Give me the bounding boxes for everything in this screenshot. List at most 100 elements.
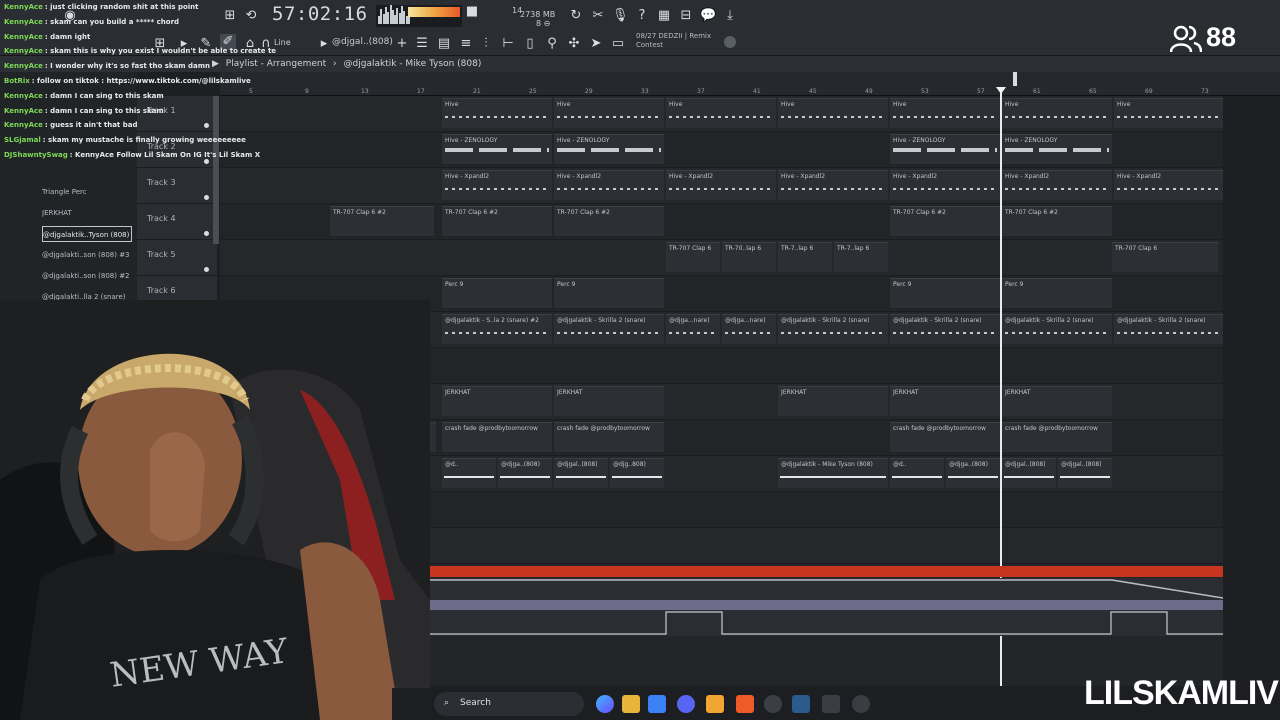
pattern-clip[interactable]: @djgalaktik - Skrilla 2 (snare) (1002, 314, 1112, 344)
brave-icon[interactable] (736, 695, 754, 713)
download-icon[interactable]: ⤓ (722, 8, 738, 24)
tools-icon[interactable]: ➤ (588, 36, 604, 52)
file-explorer-icon[interactable] (622, 695, 640, 713)
pattern-clip[interactable]: Hive (554, 98, 664, 128)
pattern-clip[interactable]: TR-707 Clap 6 #2 (330, 206, 434, 236)
pattern-clip[interactable]: Hive - Xpandl2 (1002, 170, 1112, 200)
pattern-clip[interactable]: Hive (1002, 98, 1112, 128)
pattern-clip[interactable]: Hive - Xpandl2 (890, 170, 1000, 200)
channel-rack-icon[interactable]: ▤ (436, 36, 452, 52)
pattern-clip[interactable]: @djga..(808) (946, 458, 1000, 488)
pattern-clip[interactable]: Hive (778, 98, 888, 128)
mixer-faders-icon[interactable]: ⫶ (478, 36, 494, 52)
pattern-clip[interactable]: TR-70..lap 6 (722, 242, 776, 272)
track-header-4[interactable]: Track 4 (137, 204, 217, 240)
browser-item[interactable]: @djgalakti..son (808) #3 (42, 247, 132, 263)
playhead-marker-icon[interactable] (996, 87, 1006, 94)
automation-clip-purple[interactable] (392, 600, 1223, 610)
store-icon[interactable] (648, 695, 666, 713)
pattern-clip[interactable]: crash fade @prodbytoomorrow (890, 422, 1000, 452)
pattern-clip[interactable]: @djgal..(808) (554, 458, 608, 488)
pattern-clip[interactable]: @djg..808) (610, 458, 664, 488)
automation-clip-slope[interactable] (392, 578, 1223, 600)
pattern-mode-icon[interactable]: ■ (464, 4, 480, 20)
routing-icon[interactable]: ⊢ (500, 36, 516, 52)
pattern-clip[interactable]: Hive - Xpandl2 (554, 170, 664, 200)
list-icon[interactable]: ≡ (458, 36, 474, 52)
pattern-clip[interactable]: JERKHAT (1002, 386, 1112, 416)
pattern-clip[interactable]: @d.. (442, 458, 496, 488)
snap-mode[interactable]: Line (274, 38, 291, 47)
pattern-clip[interactable]: JERKHAT (890, 386, 1000, 416)
browser-item[interactable]: @djgalaktik..Tyson (808) (42, 226, 132, 242)
browser-item[interactable]: Triangle Perc (42, 184, 132, 200)
pattern-clip[interactable]: JERKHAT (778, 386, 888, 416)
pattern-clip[interactable]: @djga...nare) (722, 314, 776, 344)
pattern-clip[interactable]: Hive - ZENOLOGY (890, 134, 1000, 164)
pattern-clip[interactable]: @djgal..(808) (1002, 458, 1056, 488)
pattern-clip[interactable]: Hive - Xpandl2 (778, 170, 888, 200)
pattern-clip[interactable]: Hive - ZENOLOGY (554, 134, 664, 164)
track-mute-led-icon[interactable] (204, 195, 209, 200)
pattern-clip[interactable]: JERKHAT (554, 386, 664, 416)
browser-item[interactable]: @djgalakti..son (808) #2 (42, 268, 132, 284)
plugin-icon[interactable]: ⚲ (544, 36, 560, 52)
pattern-clip[interactable]: crash fade @prodbytoomorrow (554, 422, 664, 452)
browser-item[interactable]: JERKHAT (42, 205, 132, 221)
track-mute-led-icon[interactable] (204, 231, 209, 236)
pattern-clip[interactable]: @djga..(808) (498, 458, 552, 488)
effects-icon[interactable]: ✣ (566, 36, 582, 52)
pattern-clip[interactable]: JERKHAT (442, 386, 552, 416)
help-icon[interactable]: ? (634, 8, 650, 24)
refresh-icon[interactable]: ↻ (568, 8, 584, 24)
pattern-clip[interactable]: @d.. (890, 458, 944, 488)
pattern-clip[interactable]: @djgalaktik - Skrilla 2 (snare) (778, 314, 888, 344)
pattern-clip[interactable]: Hive - Xpandl2 (442, 170, 552, 200)
taskbar-search[interactable]: ⌕ Search (434, 692, 584, 716)
automation-clip-red[interactable] (392, 566, 1223, 577)
master-volume-meter[interactable] (408, 7, 460, 17)
discord-icon[interactable] (677, 695, 695, 713)
pattern-clip[interactable]: TR-707 Clap 6 #2 (554, 206, 664, 236)
pattern-clip[interactable]: Hive - ZENOLOGY (442, 134, 552, 164)
pattern-clip[interactable]: Hive (666, 98, 776, 128)
pattern-clip[interactable]: @djgalaktik - S..la 2 (snare) #2 (442, 314, 552, 344)
pattern-clip[interactable]: Perc 9 (442, 278, 552, 308)
automation-clip-steps[interactable] (392, 610, 1223, 636)
pattern-clip[interactable]: crash fade @prodbytoomorrow (1002, 422, 1112, 452)
track-header-3[interactable]: Track 3 (137, 168, 217, 204)
pattern-clip[interactable]: TR-707 Clap 6 #2 (1002, 206, 1112, 236)
pattern-clip[interactable]: @djgalaktik - Skrilla 2 (snare) (1114, 314, 1223, 344)
pattern-clip[interactable]: Hive (1114, 98, 1223, 128)
obs-icon[interactable] (764, 695, 782, 713)
pattern-clip[interactable]: TR-707 Clap 6 (666, 242, 720, 272)
clipboard-icon[interactable]: ▭ (610, 36, 626, 52)
microphone-icon[interactable]: 🎙 (612, 8, 629, 24)
track-mute-led-icon[interactable] (204, 267, 209, 272)
pattern-clip[interactable]: TR-707 Clap 6 #2 (442, 206, 552, 236)
steam-icon[interactable] (792, 695, 810, 713)
playlist-icon[interactable]: ☰ (414, 36, 430, 52)
pattern-clip[interactable]: Perc 9 (554, 278, 664, 308)
pattern-clip[interactable]: @djgal..(808) (1058, 458, 1112, 488)
mixer-icon[interactable]: ⊟ (678, 8, 694, 24)
pattern-clip[interactable]: crash fade @prodbytoomorrow (442, 422, 552, 452)
arrow-right-icon[interactable]: ▸ (316, 36, 332, 52)
pattern-selector[interactable]: @djgal..(808) (332, 37, 393, 47)
keyboard-icon[interactable]: ▦ (656, 8, 672, 24)
pattern-clip[interactable]: @djgalaktik - Skrilla 2 (snare) (554, 314, 664, 344)
browser-icon[interactable]: ▯ (522, 36, 538, 52)
pattern-clip[interactable]: TR-7..lap 6 (778, 242, 832, 272)
pattern-clip[interactable]: @djga...nare) (666, 314, 720, 344)
chat-bubble-icon[interactable]: 💬 (700, 8, 716, 24)
pattern-clip[interactable]: TR-707 Clap 6 (1112, 242, 1218, 272)
globe-icon[interactable] (724, 36, 736, 48)
pattern-clip[interactable]: Hive (442, 98, 552, 128)
news-panel[interactable]: 08/27 DEDZII | Remix Contest (636, 32, 726, 50)
track-header-5[interactable]: Track 5 (137, 240, 217, 276)
pattern-clip[interactable]: Hive - Xpandl2 (666, 170, 776, 200)
pattern-clip[interactable]: Perc 9 (1002, 278, 1112, 308)
copilot-icon[interactable] (596, 695, 614, 713)
pattern-clip[interactable]: Perc 9 (890, 278, 1000, 308)
pattern-clip[interactable]: @djgalaktik - Mike Tyson (808) (778, 458, 888, 488)
